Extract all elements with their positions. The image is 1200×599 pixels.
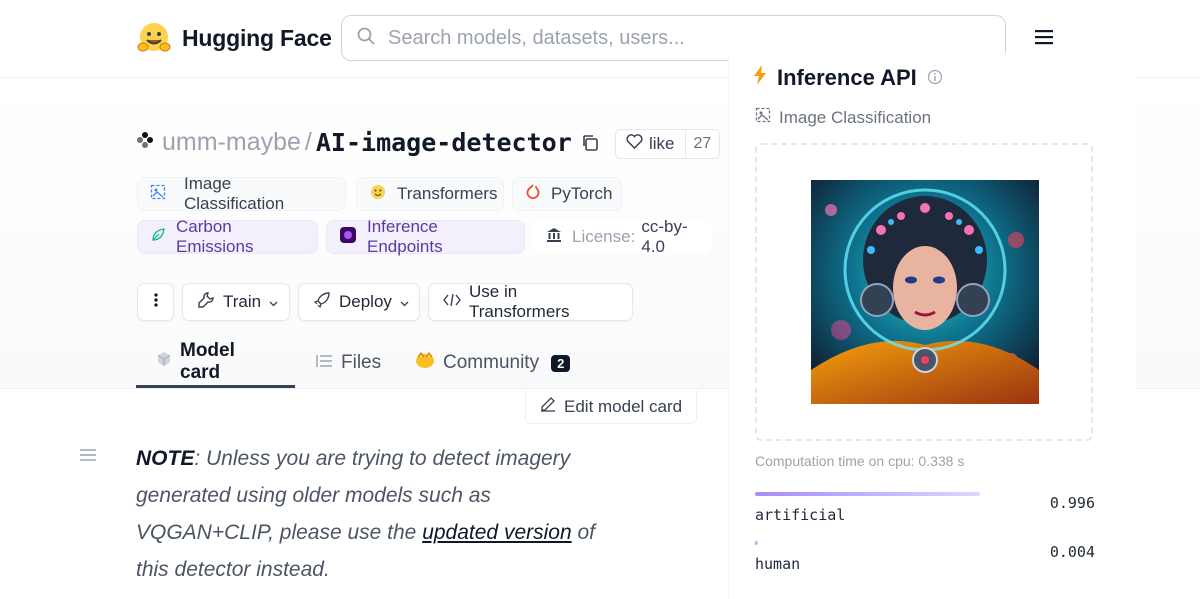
info-icon[interactable] (927, 65, 943, 91)
model-tabs: Model card Files Community 2 (136, 338, 590, 388)
image-classification-icon (150, 184, 166, 205)
inference-task: Image Classification (755, 107, 931, 128)
like-label: like (649, 134, 675, 153)
leaf-icon (150, 227, 166, 248)
repo-separator: / (304, 128, 312, 156)
wrench-icon (197, 291, 215, 314)
inference-api-panel: Inference API Image Classification Compu… (728, 55, 1136, 599)
tag-label: Transformers (397, 184, 498, 203)
repo-name-link[interactable]: AI-image-detector (316, 128, 572, 157)
license-bank-icon (546, 227, 562, 248)
repo-owner-link[interactable]: umm-maybe (162, 128, 301, 157)
result-row: artificial 0.996 (755, 492, 1095, 524)
brand-name: Hugging Face (182, 24, 332, 51)
use-in-transformers-button[interactable]: Use in Transformers (428, 282, 633, 321)
note-bold: NOTE (136, 447, 195, 470)
edit-model-card-button[interactable]: Edit model card (525, 390, 697, 424)
inference-endpoints-icon (339, 226, 357, 249)
tab-community[interactable]: Community 2 (395, 338, 590, 388)
inference-task-label: Image Classification (779, 107, 932, 127)
computation-time: Computation time on cpu: 0.338 s (755, 453, 965, 469)
repo-title: umm-maybe / AI-image-detector (136, 128, 600, 157)
edit-model-card-label: Edit model card (564, 396, 683, 416)
train-button[interactable]: Train (182, 283, 290, 321)
image-classification-icon (755, 107, 771, 128)
result-score: 0.004 (1049, 543, 1095, 561)
lightning-icon (753, 65, 767, 91)
community-count-badge: 2 (551, 354, 571, 372)
hugging-face-logo-icon (136, 20, 172, 56)
result-row: human 0.004 (755, 541, 1095, 573)
result-label: human (755, 555, 801, 573)
code-icon (443, 292, 461, 312)
copy-icon[interactable] (580, 133, 600, 153)
train-label: Train (223, 292, 262, 311)
like-button[interactable]: like 27 (615, 129, 721, 159)
more-options-button[interactable] (137, 283, 174, 321)
tag-pytorch[interactable]: PyTorch (512, 177, 622, 211)
tag-image-classification[interactable]: Image Classification (137, 174, 346, 213)
vertical-dots-icon (153, 292, 158, 313)
tab-files[interactable]: Files (295, 338, 395, 388)
community-icon (415, 351, 435, 375)
rocket-icon (313, 291, 331, 314)
pytorch-icon (525, 183, 541, 206)
result-label: artificial (755, 506, 846, 524)
cube-icon (156, 351, 172, 373)
tab-label: Model card (180, 339, 235, 383)
hugging-face-icon (369, 183, 387, 206)
chevron-down-icon (269, 292, 278, 312)
license-value: cc-by-4.0 (641, 217, 688, 256)
deploy-label: Deploy (339, 292, 392, 311)
tag-inference-endpoints[interactable]: Inference Endpoints (326, 217, 525, 256)
table-of-contents-icon[interactable] (80, 448, 96, 462)
org-avatar-icon (136, 131, 154, 154)
image-dropzone[interactable] (755, 143, 1093, 441)
tab-model-card[interactable]: Model card (136, 338, 295, 388)
result-score: 0.996 (1049, 494, 1095, 512)
tab-label: Files (341, 352, 382, 373)
tag-label: Carbon Emissions (176, 217, 254, 256)
hamburger-menu-icon[interactable] (1034, 28, 1054, 46)
heart-icon (626, 134, 643, 154)
tag-carbon-emissions[interactable]: Carbon Emissions (137, 217, 318, 256)
uploaded-portrait-image (811, 180, 1039, 404)
search-icon (356, 26, 376, 51)
pencil-icon (540, 396, 556, 417)
tab-label: Community (443, 352, 540, 373)
deploy-button[interactable]: Deploy (298, 283, 420, 321)
like-count: 27 (693, 135, 712, 152)
tag-label: PyTorch (551, 184, 613, 203)
tag-license[interactable]: License: cc-by-4.0 (533, 217, 711, 256)
license-key: License: (572, 227, 636, 246)
tag-label: Image Classification (184, 174, 285, 213)
brand-logo[interactable]: Hugging Face (136, 20, 332, 56)
updated-version-link[interactable]: updated version (422, 521, 571, 544)
tag-label: Inference Endpoints (367, 217, 443, 256)
inference-api-title: Inference API (753, 65, 943, 91)
inference-api-label: Inference API (777, 65, 917, 90)
tag-transformers[interactable]: Transformers (356, 177, 504, 211)
chevron-down-icon (400, 292, 409, 312)
use-in-transformers-label: Use in Transformers (469, 282, 570, 321)
search-placeholder: Search models, datasets, users... (388, 26, 685, 49)
files-list-icon (315, 352, 333, 374)
model-card-note: NOTE: Unless you are trying to detect im… (136, 440, 596, 588)
